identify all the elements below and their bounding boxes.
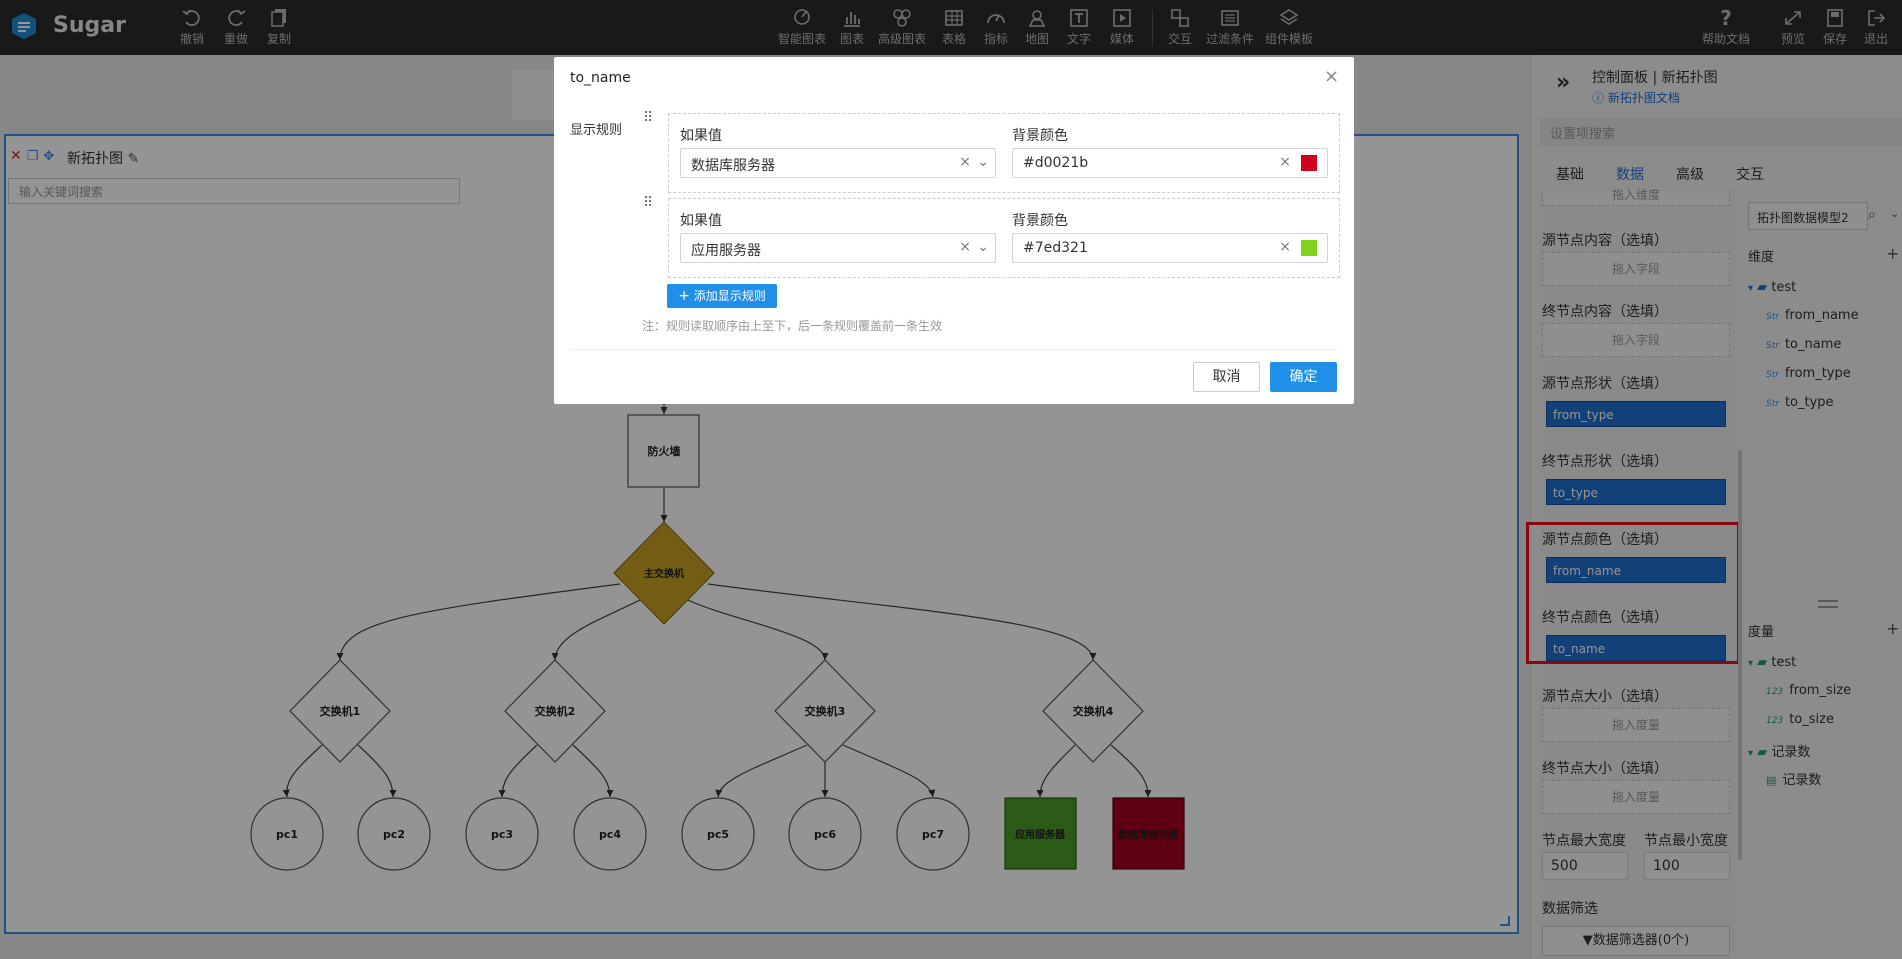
color-swatch[interactable] [1301, 155, 1317, 171]
add-rule-button[interactable]: + 添加显示规则 [667, 284, 777, 308]
dialog-title: to_name [570, 70, 631, 86]
clear-icon[interactable]: × [1279, 154, 1291, 170]
chevron-down-icon[interactable]: ⌄ [977, 239, 989, 255]
rule-color-input[interactable]: #7ed321 × [1012, 233, 1328, 263]
clear-icon[interactable]: × [959, 239, 971, 255]
rule-if-label: 如果值 [680, 128, 722, 144]
chevron-down-icon[interactable]: ⌄ [977, 154, 989, 170]
add-rule-label: 添加显示规则 [693, 289, 766, 303]
rule-value-select[interactable]: 应用服务器 × ⌄ [680, 233, 996, 263]
rule-if-label: 如果值 [680, 213, 722, 229]
display-rules-dialog: to_name × 显示规则 ⠿ 如果值 背景颜色 数据库服务器 × ⌄ #d0… [554, 57, 1354, 404]
clear-icon[interactable]: × [959, 154, 971, 170]
plus-icon: + [678, 288, 690, 304]
clear-icon[interactable]: × [1279, 239, 1291, 255]
rule-color-text: #7ed321 [1023, 240, 1088, 256]
rules-note: 注：规则读取顺序由上至下，后一条规则覆盖前一条生效 [642, 319, 943, 333]
rule-value-text: 应用服务器 [691, 243, 761, 259]
rule-color-label: 背景颜色 [1012, 128, 1068, 144]
color-swatch[interactable] [1301, 240, 1317, 256]
rules-section-label: 显示规则 [570, 123, 623, 138]
confirm-button[interactable]: 确定 [1270, 362, 1337, 392]
dialog-divider [570, 349, 1338, 350]
drag-handle-icon[interactable]: ⠿ [643, 111, 653, 125]
rule-color-label: 背景颜色 [1012, 213, 1068, 229]
close-icon[interactable]: × [1324, 66, 1339, 87]
rule-color-text: #d0021b [1023, 155, 1089, 171]
drag-handle-icon[interactable]: ⠿ [643, 196, 653, 210]
rule-color-input[interactable]: #d0021b × [1012, 148, 1328, 178]
rule-value-select[interactable]: 数据库服务器 × ⌄ [680, 148, 996, 178]
rule-value-text: 数据库服务器 [691, 158, 775, 174]
cancel-button[interactable]: 取消 [1193, 362, 1260, 392]
